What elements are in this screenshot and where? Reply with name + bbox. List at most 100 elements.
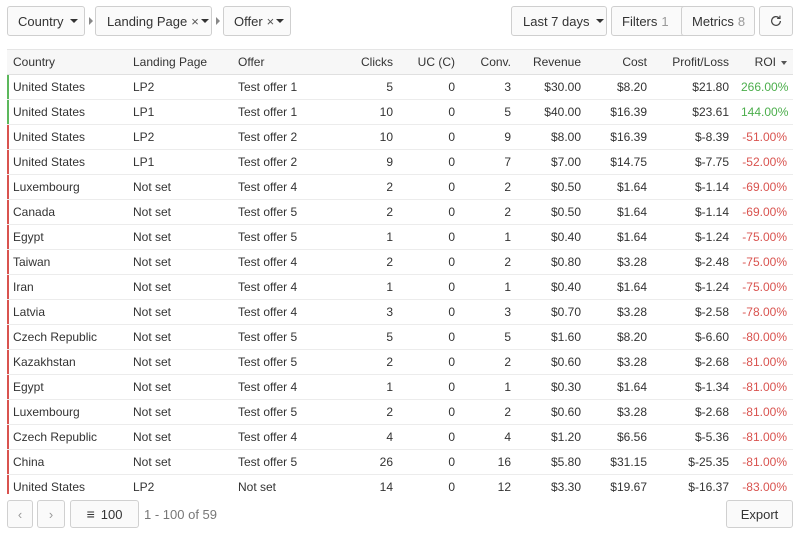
cell-revenue: $0.70 <box>517 299 587 325</box>
cell-revenue: $30.00 <box>517 74 587 100</box>
prev-page-button[interactable]: ‹ <box>7 500 33 528</box>
cell-offer: Test offer 4 <box>232 274 327 300</box>
metrics-button[interactable]: Metrics 8 <box>681 6 755 36</box>
cell-revenue: $5.80 <box>517 449 587 475</box>
cell-landing-page: LP2 <box>127 124 232 150</box>
table-row[interactable]: Iran Not set Test offer 4 1 0 1 $0.40 $1.64 $-1.… <box>7 274 793 300</box>
chevron-left-icon: ‹ <box>17 506 23 522</box>
cell-landing-page: LP2 <box>127 474 232 494</box>
table-row[interactable]: United States LP2 Test offer 1 5 0 3 $30.00 $8.… <box>7 74 793 100</box>
column-header-clicks[interactable]: Clicks <box>327 50 399 75</box>
cell-landing-page: LP2 <box>127 74 232 100</box>
cell-clicks: 2 <box>327 399 399 425</box>
column-header-profit-loss[interactable]: Profit/Loss <box>653 50 735 75</box>
chevron-down-icon <box>276 19 285 23</box>
cell-clicks: 9 <box>327 149 399 175</box>
cell-roi: -81.00% <box>735 399 793 425</box>
next-page-button[interactable]: › <box>37 500 65 528</box>
column-header-conversions[interactable]: Conv. <box>461 50 517 75</box>
page-size-select[interactable]: ≡ 100 <box>70 500 139 528</box>
cell-roi: 144.00% <box>735 99 793 125</box>
cell-conversions: 2 <box>461 249 517 275</box>
table-row[interactable]: Czech Republic Not set Test offer 5 5 0 5 $1.6… <box>7 324 793 350</box>
cell-offer: Test offer 2 <box>232 124 327 150</box>
table-row[interactable]: United States LP2 Not set 14 0 12 $3.30 $19.67 $… <box>7 474 793 494</box>
cell-country: Kazakhstan <box>7 349 127 375</box>
table-header-row: Country Landing Page Offer Clicks UC (C)… <box>7 50 793 75</box>
cell-conversions: 3 <box>461 299 517 325</box>
cell-offer: Test offer 5 <box>232 449 327 475</box>
export-label: Export <box>740 506 779 522</box>
cell-offer: Test offer 4 <box>232 374 327 400</box>
cell-revenue: $0.40 <box>517 224 587 250</box>
column-header-offer[interactable]: Offer <box>232 50 327 75</box>
cell-uc: 0 <box>399 424 461 450</box>
cell-offer: Test offer 5 <box>232 324 327 350</box>
cell-profit-loss: $-1.34 <box>653 374 735 400</box>
cell-landing-page: Not set <box>127 174 232 200</box>
cell-clicks: 3 <box>327 299 399 325</box>
offer-chip[interactable]: Offer × <box>223 6 291 36</box>
column-header-revenue[interactable]: Revenue <box>517 50 587 75</box>
refresh-button[interactable] <box>759 6 793 36</box>
cell-profit-loss: $-6.60 <box>653 324 735 350</box>
table-row[interactable]: Luxembourg Not set Test offer 4 2 0 2 $0.50 $1.… <box>7 174 793 200</box>
cell-landing-page: Not set <box>127 449 232 475</box>
table-row[interactable]: United States LP1 Test offer 1 10 0 5 $40.00 $1… <box>7 99 793 125</box>
cell-conversions: 1 <box>461 224 517 250</box>
cell-offer: Test offer 4 <box>232 249 327 275</box>
export-button[interactable]: Export <box>726 500 793 528</box>
cell-conversions: 2 <box>461 199 517 225</box>
cell-country: Egypt <box>7 224 127 250</box>
table-row[interactable]: Egypt Not set Test offer 5 1 0 1 $0.40 $1.64 $-1… <box>7 224 793 250</box>
filters-label: Filters <box>622 13 658 29</box>
close-icon[interactable]: × <box>267 14 275 29</box>
column-header-landing-page[interactable]: Landing Page <box>127 50 232 75</box>
country-chip[interactable]: Country <box>7 6 85 36</box>
cell-cost: $1.64 <box>587 199 653 225</box>
cell-country: Luxembourg <box>7 174 127 200</box>
cell-country: United States <box>7 149 127 175</box>
table-body: United States LP2 Test offer 1 5 0 3 $30.00 $8.… <box>7 74 793 494</box>
cell-cost: $3.28 <box>587 349 653 375</box>
page-size-value: 100 <box>100 506 123 522</box>
report-table: Country Landing Page Offer Clicks UC (C)… <box>7 49 793 494</box>
cell-landing-page: Not set <box>127 374 232 400</box>
cell-cost: $3.28 <box>587 299 653 325</box>
table-row[interactable]: Kazakhstan Not set Test offer 5 2 0 2 $0.60 $3.… <box>7 349 793 375</box>
cell-country: Iran <box>7 274 127 300</box>
cell-roi: -81.00% <box>735 424 793 450</box>
cell-clicks: 10 <box>327 99 399 125</box>
column-header-cost[interactable]: Cost <box>587 50 653 75</box>
column-header-uc[interactable]: UC (C) <box>399 50 461 75</box>
landing-page-chip[interactable]: Landing Page × <box>95 6 212 36</box>
date-range-button[interactable]: Last 7 days <box>511 6 607 36</box>
list-icon: ≡ <box>86 506 95 522</box>
table-row[interactable]: United States LP2 Test offer 2 10 0 9 $8.00 $16… <box>7 124 793 150</box>
cell-landing-page: Not set <box>127 274 232 300</box>
column-header-roi[interactable]: ROI <box>735 50 793 75</box>
cell-uc: 0 <box>399 199 461 225</box>
table-row[interactable]: Egypt Not set Test offer 4 1 0 1 $0.30 $1.64 $-1… <box>7 374 793 400</box>
chevron-right-icon <box>216 17 220 25</box>
cell-profit-loss: $23.61 <box>653 99 735 125</box>
column-header-country[interactable]: Country <box>7 50 127 75</box>
cell-cost: $6.56 <box>587 424 653 450</box>
close-icon[interactable]: × <box>191 14 199 29</box>
table-row[interactable]: Latvia Not set Test offer 4 3 0 3 $0.70 $3.28 $-… <box>7 299 793 325</box>
cell-uc: 0 <box>399 474 461 494</box>
cell-revenue: $8.00 <box>517 124 587 150</box>
cell-offer: Test offer 4 <box>232 174 327 200</box>
cell-uc: 0 <box>399 349 461 375</box>
table-row[interactable]: Luxembourg Not set Test offer 5 2 0 2 $0.60 $3.… <box>7 399 793 425</box>
table-row[interactable]: United States LP1 Test offer 2 9 0 7 $7.00 $14.… <box>7 149 793 175</box>
cell-roi: -80.00% <box>735 324 793 350</box>
table-row[interactable]: Taiwan Not set Test offer 4 2 0 2 $0.80 $3.28 $-… <box>7 249 793 275</box>
roi-header-label: ROI <box>754 55 776 69</box>
filters-count: 1 <box>661 13 669 29</box>
cell-offer: Test offer 5 <box>232 349 327 375</box>
table-row[interactable]: Czech Republic Not set Test offer 4 4 0 4 $1.2… <box>7 424 793 450</box>
table-row[interactable]: Canada Not set Test offer 5 2 0 2 $0.50 $1.64 $-… <box>7 199 793 225</box>
table-row[interactable]: China Not set Test offer 5 26 0 16 $5.80 $31.15… <box>7 449 793 475</box>
cell-country: United States <box>7 474 127 494</box>
